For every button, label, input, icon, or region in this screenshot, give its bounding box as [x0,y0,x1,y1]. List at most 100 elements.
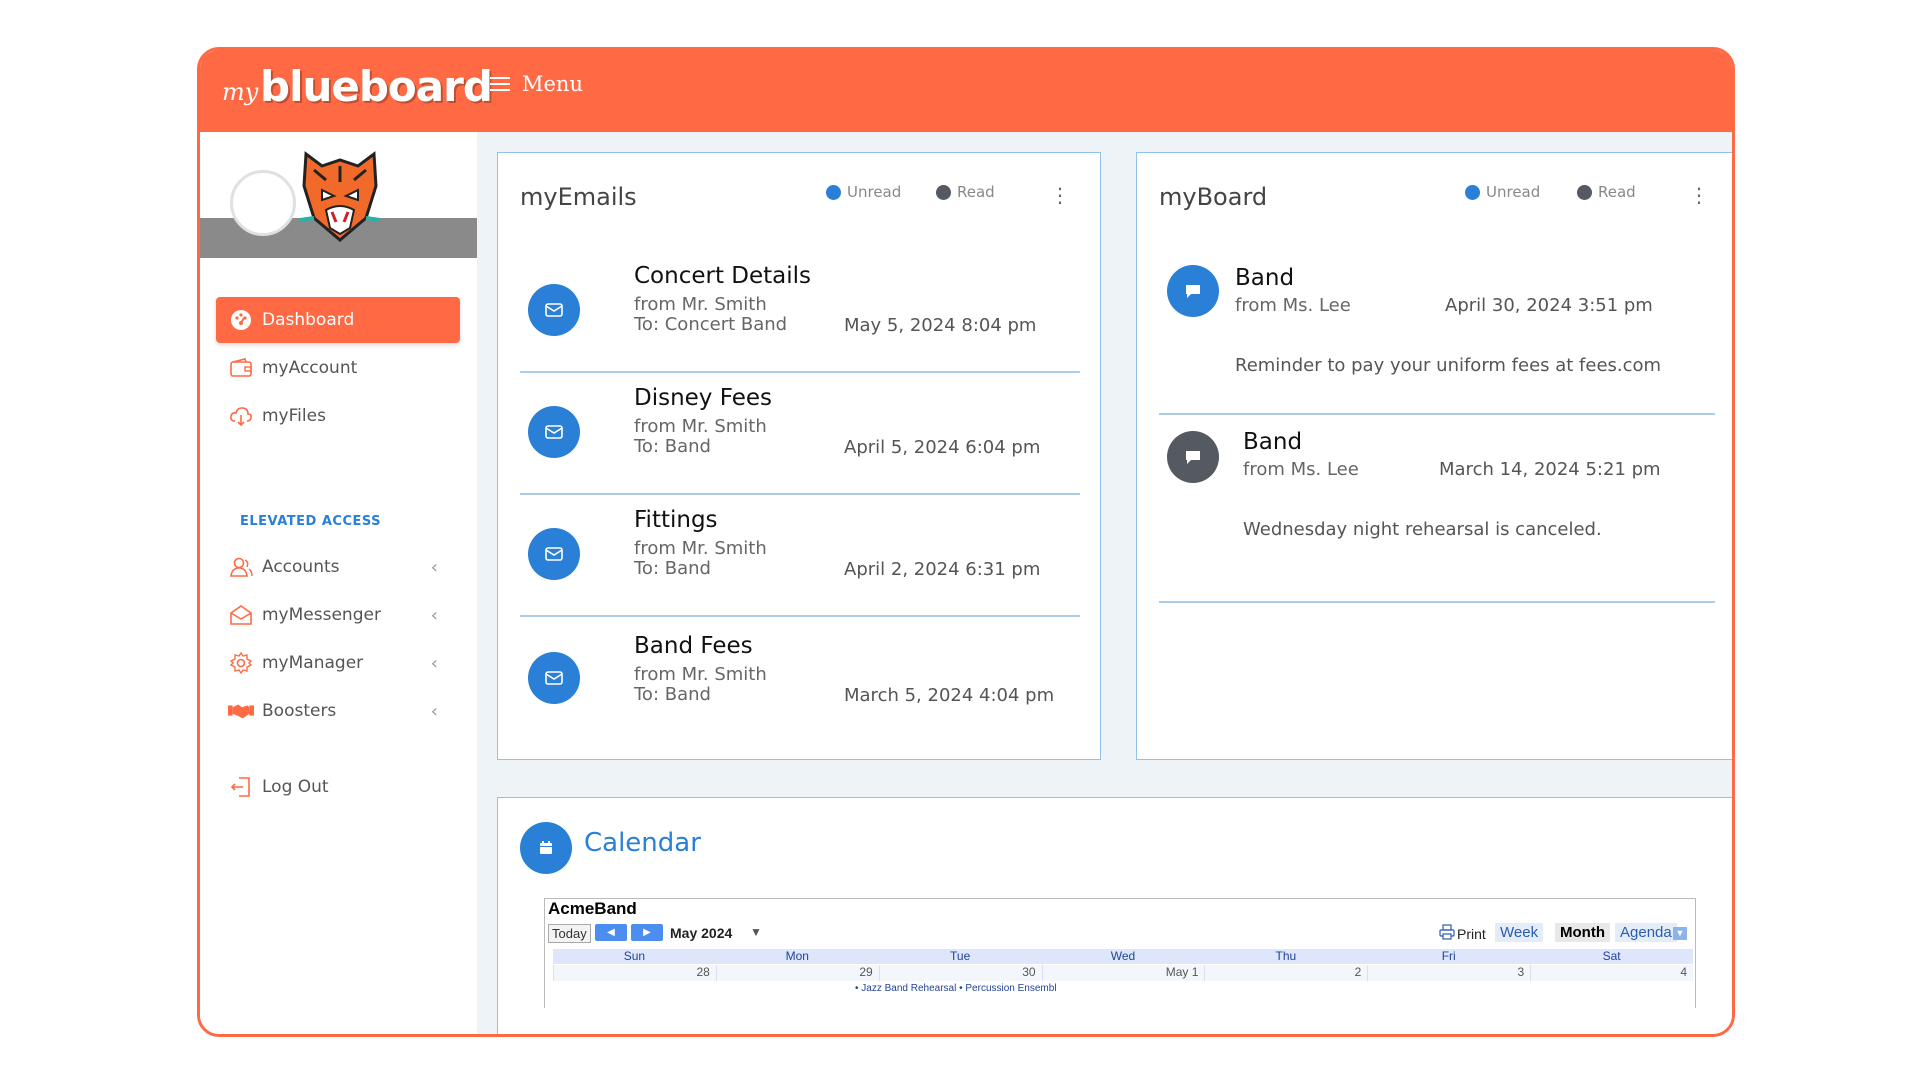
sidebar-item-boosters[interactable]: Boosters ‹ [216,688,460,734]
unread-dot-icon [1465,184,1480,200]
date-cell[interactable]: 28 [553,965,716,981]
email-item[interactable]: Concert Details from Mr. Smith To: Conce… [520,251,1080,373]
date-cell[interactable]: May 1 [1041,965,1205,981]
gear-icon [228,650,254,676]
card-title: myBoard [1159,183,1268,211]
legend-label: Read [957,183,995,201]
sidebar-item-label: myFiles [262,406,326,426]
email-subject: Disney Fees [634,385,772,411]
board-post-title: Band [1243,429,1303,455]
chat-bubble-icon [1167,265,1219,317]
calendar-name: AcmeBand [548,899,637,918]
date-cell[interactable]: 30 [878,965,1042,981]
legend-read: Read [936,183,995,201]
view-agenda-button[interactable]: Agenda [1615,923,1677,942]
calendar-icon [520,822,572,874]
weekday-label: Sat [1602,949,1621,963]
kebab-menu-icon[interactable]: ⋮ [1689,183,1709,207]
card-title: myEmails [520,183,637,211]
kebab-menu-icon[interactable]: ⋮ [1050,183,1070,207]
board-post-from: from Ms. Lee [1235,295,1351,316]
legend-label: Unread [847,183,902,201]
month-dropdown-icon[interactable]: ▼ [750,925,762,939]
legend-read: Read [1577,183,1636,201]
email-from: from Mr. Smith [634,538,767,559]
email-item[interactable]: Fittings from Mr. Smith To: Band April 2… [520,495,1080,617]
sidebar-item-dashboard[interactable]: Dashboard [216,297,460,343]
date-cell[interactable]: 29 [715,965,879,981]
menu-label: Menu [522,72,583,96]
print-button[interactable]: Print [1439,924,1486,943]
printer-icon [1439,924,1455,943]
board-post-date: April 30, 2024 3:51 pm [1445,295,1653,316]
sidebar-item-label: myMessenger [262,605,381,625]
emails-card: myEmails Unread Read ⋮ Concert Details f… [497,152,1101,760]
sidebar-item-myaccount[interactable]: myAccount [216,345,460,391]
email-date: May 5, 2024 8:04 pm [844,315,1037,336]
sidebar-item-label: Accounts [262,557,340,577]
sidebar-item-label: Boosters [262,701,337,721]
logout-button[interactable]: Log Out [216,764,460,810]
weekday-header: Sun Mon Tue Wed Thu Fri Sat [553,949,1693,964]
sidebar-item-label: myAccount [262,358,358,378]
date-cell[interactable]: 2 [1204,965,1367,981]
board-post-date: March 14, 2024 5:21 pm [1439,459,1661,480]
calendar-card: Calendar AcmeBand Today ◀ ▶ May 2024 ▼ P… [497,797,1732,1034]
logo-my: my [222,78,259,106]
menu-button[interactable]: Menu [490,72,583,96]
logout-icon [228,774,254,800]
wallet-icon [228,355,254,381]
view-month-button[interactable]: Month [1555,923,1610,942]
current-month: May 2024 [670,925,733,941]
print-label: Print [1457,925,1486,942]
email-item[interactable]: Disney Fees from Mr. Smith To: Band Apri… [520,373,1080,495]
sidebar-item-myfiles[interactable]: myFiles [216,393,460,439]
sidebar-item-mymanager[interactable]: myManager ‹ [216,640,460,686]
legend-unread: Unread [826,183,901,201]
email-subject: Concert Details [634,263,812,289]
today-button[interactable]: Today [548,924,591,943]
board-post-message: Reminder to pay your uniform fees at fee… [1235,355,1662,376]
date-row: 28 29 30 May 1 2 3 4 [553,965,1693,981]
board-post-from: from Ms. Lee [1243,459,1359,480]
envelope-open-icon [228,602,254,628]
email-from: from Mr. Smith [634,294,767,315]
email-from: from Mr. Smith [634,416,767,437]
chevron-left-icon: ‹ [430,556,438,578]
email-to: To: Band [634,558,711,579]
email-date: March 5, 2024 4:04 pm [844,685,1055,706]
legend-label: Read [1598,183,1636,201]
calendar-events[interactable]: • Jazz Band Rehearsal • Percussion Ensem… [855,983,1057,994]
hamburger-icon [490,76,510,92]
tiger-mascot-icon [299,151,381,242]
email-from: from Mr. Smith [634,664,767,685]
date-cell[interactable]: 4 [1530,965,1693,981]
email-subject: Fittings [634,507,718,533]
top-bar: my blueboard Menu [200,50,1732,132]
cloud-download-icon [228,403,254,429]
view-dropdown-icon[interactable]: ▼ [1673,927,1687,940]
prev-month-button[interactable]: ◀ [595,924,627,941]
weekday-label: Fri [1441,949,1456,963]
email-item[interactable]: Band Fees from Mr. Smith To: Band March … [520,617,1080,737]
read-dot-icon [1577,184,1592,200]
board-post-message: Wednesday night rehearsal is canceled. [1243,519,1602,540]
next-month-button[interactable]: ▶ [631,924,663,941]
avatar-placeholder [230,170,296,236]
board-post[interactable]: Band from Ms. Lee March 14, 2024 5:21 pm… [1159,415,1715,603]
dashboard-icon [228,307,254,333]
sidebar-item-mymessenger[interactable]: myMessenger ‹ [216,592,460,638]
sidebar-item-accounts[interactable]: Accounts ‹ [216,544,460,590]
email-subject: Band Fees [634,633,753,659]
chevron-left-icon: ‹ [430,652,438,674]
sidebar-item-label: Dashboard [262,310,355,330]
date-cell[interactable]: 3 [1367,965,1530,981]
view-week-button[interactable]: Week [1495,923,1544,942]
board-post-title: Band [1235,265,1295,291]
board-post[interactable]: Band from Ms. Lee April 30, 2024 3:51 pm… [1159,251,1715,415]
section-label-elevated: ELEVATED ACCESS [240,514,382,529]
logo-name[interactable]: blueboard [260,62,493,111]
sidebar: Dashboard myAccount myFiles ELEVATED ACC… [200,132,477,1034]
weekday-label: Sun [623,949,646,963]
chevron-left-icon: ‹ [430,604,438,626]
